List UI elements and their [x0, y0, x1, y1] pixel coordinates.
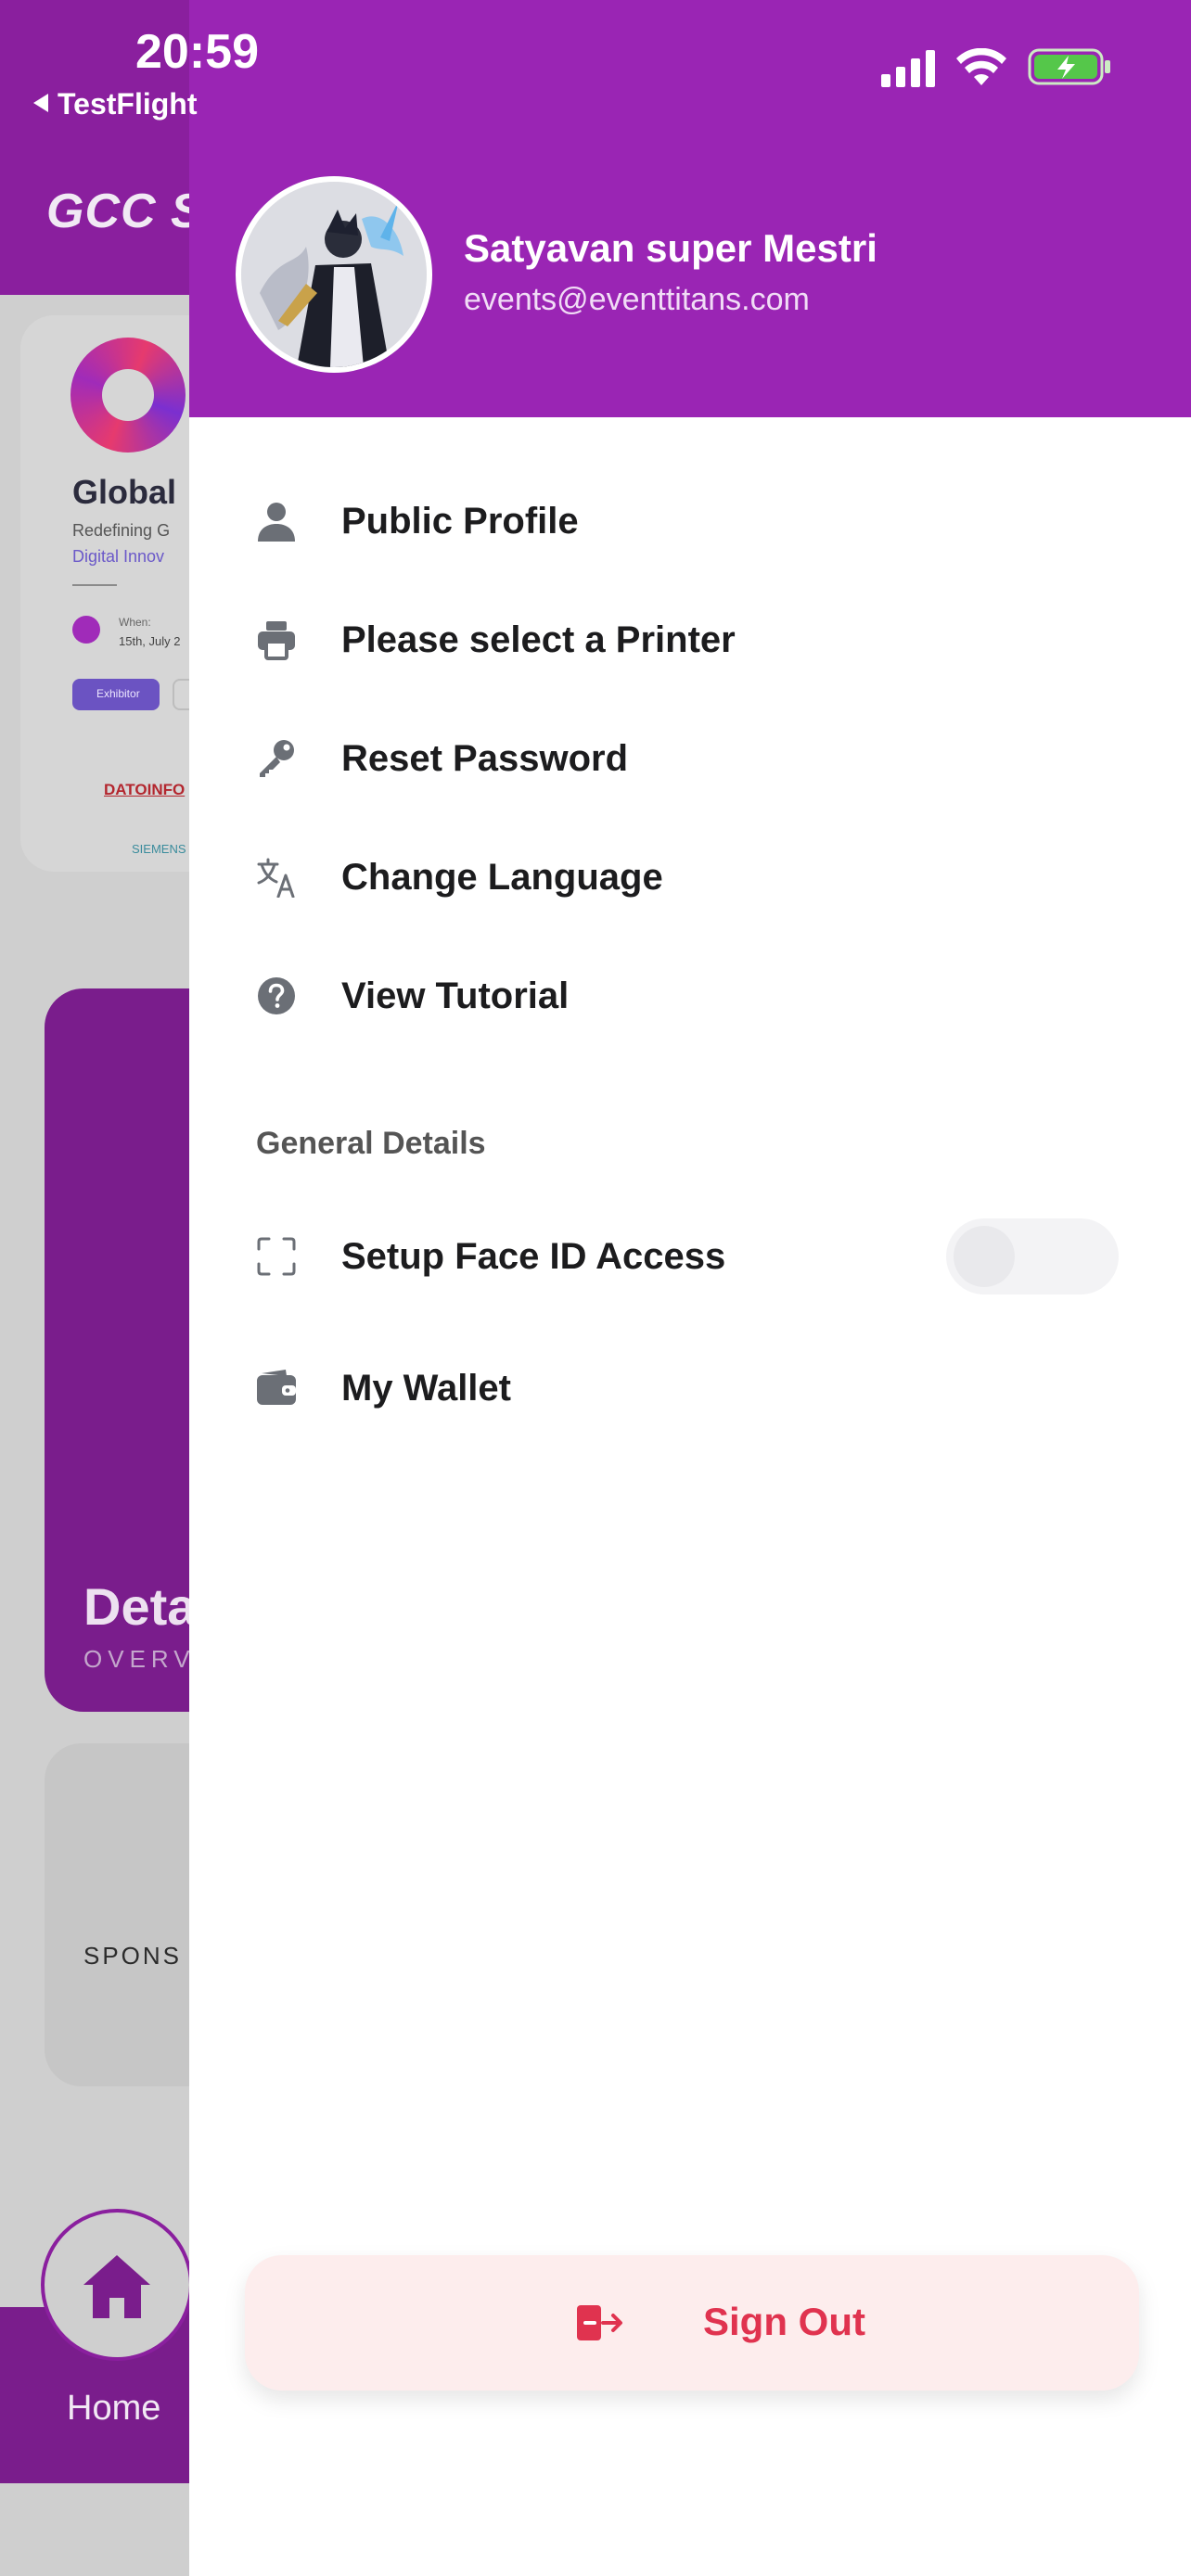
person-icon — [258, 503, 295, 542]
menu-public-profile[interactable]: Public Profile — [189, 475, 1191, 567]
user-email: events@eventtitans.com — [464, 282, 810, 317]
menu-change-language[interactable]: Change Language — [189, 831, 1191, 924]
wallet-icon — [257, 1370, 296, 1405]
event-name: Global — [72, 473, 177, 511]
sponsors-label: SPONS — [83, 1942, 183, 1970]
menu-label: Please select a Printer — [341, 619, 736, 660]
status-icons — [881, 46, 1113, 87]
user-name: Satyavan super Mestri — [464, 226, 877, 270]
section-general-details: General Details — [256, 1126, 486, 1161]
when-value: 15th, July 2 — [119, 634, 181, 648]
details-title: Deta — [83, 1577, 197, 1636]
menu-label: Public Profile — [341, 501, 579, 542]
help-circle-icon — [258, 977, 295, 1014]
cellular-signal-icon — [881, 48, 935, 87]
toggle-knob — [954, 1226, 1015, 1287]
menu-label: My Wallet — [341, 1368, 511, 1409]
user-avatar[interactable] — [236, 176, 432, 373]
menu-label: View Tutorial — [341, 976, 570, 1016]
translate-icon — [257, 858, 295, 898]
side-drawer: Satyavan super Mestri events@eventtitans… — [189, 0, 1191, 2480]
face-id-icon — [257, 1237, 296, 1276]
sign-out-icon — [577, 2305, 622, 2340]
sign-out-label: Sign Out — [703, 2300, 865, 2343]
sponsor-logo-datoinfo: DATOINFO — [104, 781, 186, 798]
avatar-illustration — [241, 182, 427, 367]
menu-select-printer[interactable]: Please select a Printer — [189, 593, 1191, 686]
menu-label: Reset Password — [341, 738, 629, 779]
when-label: When: — [119, 616, 151, 629]
back-to-testflight[interactable]: TestFlight — [33, 87, 198, 121]
menu-view-tutorial[interactable]: View Tutorial — [189, 950, 1191, 1042]
menu-label: Change Language — [341, 857, 663, 898]
wifi-icon — [956, 48, 1006, 85]
home-tab-label: Home — [67, 2389, 161, 2428]
event-tagline-secondary: Digital Innov — [72, 547, 165, 566]
exhibitor-chip[interactable]: Exhibitor — [72, 679, 160, 710]
key-icon — [260, 740, 294, 777]
app-title: GCC S — [46, 185, 204, 238]
home-icon — [83, 2255, 150, 2318]
bottom-safe-area — [189, 2480, 1191, 2576]
back-arrow-icon — [33, 94, 48, 112]
event-tagline: Redefining G — [72, 521, 171, 540]
face-id-toggle[interactable] — [946, 1218, 1119, 1294]
menu-label: Setup Face ID Access — [341, 1236, 726, 1277]
event-divider — [72, 584, 117, 586]
details-subtitle: OVERV — [83, 1645, 196, 1673]
battery-charging-icon — [1028, 48, 1110, 85]
sponsor-logo-siemens: SIEMENS — [132, 842, 186, 856]
menu-reset-password[interactable]: Reset Password — [189, 712, 1191, 805]
printer-icon — [258, 621, 295, 660]
menu-my-wallet[interactable]: My Wallet — [189, 1342, 1191, 1435]
event-logo — [70, 338, 186, 453]
calendar-icon — [72, 616, 100, 644]
status-time: 20:59 — [135, 25, 259, 79]
sign-out-button[interactable]: Sign Out — [245, 2255, 1139, 2391]
back-label: TestFlight — [58, 87, 198, 121]
